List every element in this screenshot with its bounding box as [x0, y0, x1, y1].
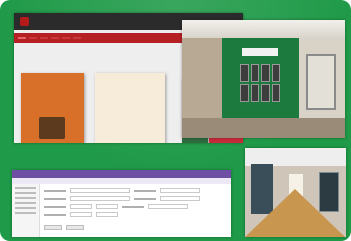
- app-button[interactable]: [66, 225, 84, 230]
- site-menu-item[interactable]: [73, 37, 81, 39]
- hall-wall: [182, 38, 222, 118]
- app-form: [44, 188, 224, 220]
- form-input[interactable]: [160, 188, 200, 193]
- sidebar-item[interactable]: [15, 197, 36, 199]
- corridor-floor: [245, 189, 345, 237]
- corridor-photo: [245, 148, 346, 237]
- sidebar-item[interactable]: [15, 187, 36, 189]
- book-cover[interactable]: [95, 73, 165, 143]
- portrait: [240, 84, 249, 102]
- form-input[interactable]: [96, 204, 118, 209]
- sidebar-item[interactable]: [15, 192, 36, 194]
- site-menu-item[interactable]: [29, 37, 37, 39]
- form-input[interactable]: [148, 204, 188, 209]
- portrait: [271, 84, 280, 102]
- form-input[interactable]: [96, 212, 118, 217]
- form-row: [44, 204, 224, 209]
- site-menu-item[interactable]: [18, 37, 26, 39]
- display-case: [306, 54, 336, 110]
- form-input[interactable]: [160, 196, 200, 201]
- book-illustration: [39, 117, 65, 139]
- hall-sign: [242, 48, 278, 56]
- sidebar-item[interactable]: [15, 202, 36, 204]
- hall-ceiling: [182, 20, 345, 40]
- site-menu-item[interactable]: [40, 37, 48, 39]
- form-label: [122, 205, 144, 208]
- portrait: [271, 64, 280, 82]
- sidebar-item[interactable]: [15, 207, 36, 209]
- form-label: [44, 189, 66, 192]
- book-cover[interactable]: [21, 73, 84, 143]
- form-label: [44, 205, 66, 208]
- museum-hall-photo: [182, 20, 345, 138]
- form-input[interactable]: [70, 188, 130, 193]
- site-menu-item[interactable]: [62, 37, 70, 39]
- portrait: [250, 84, 259, 102]
- collage-frame: [0, 0, 351, 241]
- app-toolbar: [12, 178, 231, 184]
- portrait: [240, 64, 249, 82]
- form-input[interactable]: [70, 212, 92, 217]
- form-label: [44, 197, 66, 200]
- portrait: [250, 64, 259, 82]
- site-logo[interactable]: [20, 17, 29, 26]
- portrait-grid: [240, 64, 280, 102]
- sidebar-item[interactable]: [15, 212, 36, 214]
- form-label: [44, 213, 66, 216]
- database-app-screenshot: [12, 170, 231, 237]
- form-input[interactable]: [70, 196, 130, 201]
- portrait: [261, 64, 270, 82]
- form-label: [134, 189, 156, 192]
- app-button[interactable]: [44, 225, 62, 230]
- form-input[interactable]: [70, 204, 92, 209]
- app-buttons: [44, 225, 84, 230]
- form-row: [44, 188, 224, 193]
- portrait: [261, 84, 270, 102]
- form-label: [134, 197, 156, 200]
- hall-floor: [182, 118, 345, 138]
- app-titlebar: [12, 170, 231, 178]
- app-sidebar: [12, 184, 40, 237]
- form-row: [44, 212, 224, 217]
- site-menu-item[interactable]: [51, 37, 59, 39]
- form-row: [44, 196, 224, 201]
